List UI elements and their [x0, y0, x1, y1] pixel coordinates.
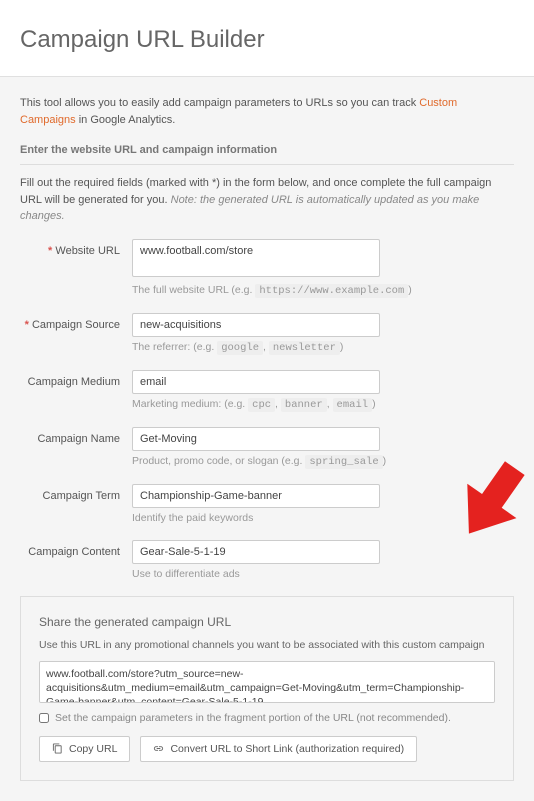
helper-campaign-content: Use to differentiate ads: [132, 568, 514, 580]
label-text: Campaign Name: [37, 433, 120, 445]
share-box: Share the generated campaign URL Use thi…: [20, 596, 514, 781]
label-campaign-term: Campaign Term: [20, 484, 132, 502]
row-campaign-medium: Campaign Medium Marketing medium: (e.g. …: [20, 370, 514, 411]
convert-url-button[interactable]: Convert URL to Short Link (authorization…: [140, 736, 417, 762]
share-title: Share the generated campaign URL: [39, 615, 495, 629]
copy-url-button[interactable]: Copy URL: [39, 736, 130, 762]
campaign-source-input[interactable]: [132, 313, 380, 337]
row-campaign-term: Campaign Term Identify the paid keywords: [20, 484, 514, 524]
label-text: Campaign Medium: [28, 376, 120, 388]
label-text: Campaign Term: [43, 490, 120, 502]
fragment-checkbox-row: Set the campaign parameters in the fragm…: [39, 712, 495, 724]
label-campaign-content: Campaign Content: [20, 540, 132, 558]
row-campaign-content: Campaign Content Use to differentiate ad…: [20, 540, 514, 580]
label-text: Website URL: [55, 245, 120, 257]
copy-icon: [52, 743, 63, 754]
campaign-term-input[interactable]: [132, 484, 380, 508]
copy-url-label: Copy URL: [69, 743, 117, 755]
label-text: Campaign Source: [32, 319, 120, 331]
label-campaign-name: Campaign Name: [20, 427, 132, 445]
helper-website-url: The full website URL (e.g. https://www.e…: [132, 284, 514, 297]
row-campaign-source: * Campaign Source The referrer: (e.g. go…: [20, 313, 514, 354]
required-asterisk: *: [25, 319, 29, 331]
campaign-medium-input[interactable]: [132, 370, 380, 394]
button-row: Copy URL Convert URL to Short Link (auth…: [39, 736, 495, 762]
fragment-checkbox[interactable]: [39, 713, 49, 723]
campaign-name-input[interactable]: [132, 427, 380, 451]
helper-campaign-name: Product, promo code, or slogan (e.g. spr…: [132, 455, 514, 468]
link-icon: [153, 743, 164, 754]
section-heading: Enter the website URL and campaign infor…: [20, 144, 514, 165]
page-header: Campaign URL Builder: [0, 0, 534, 77]
required-asterisk: *: [48, 245, 52, 257]
helper-campaign-medium: Marketing medium: (e.g. cpc, banner, ema…: [132, 398, 514, 411]
page-title: Campaign URL Builder: [20, 26, 514, 54]
label-website-url: * Website URL: [20, 239, 132, 257]
label-campaign-medium: Campaign Medium: [20, 370, 132, 388]
label-campaign-source: * Campaign Source: [20, 313, 132, 331]
label-text: Campaign Content: [28, 546, 120, 558]
helper-campaign-term: Identify the paid keywords: [132, 512, 514, 524]
instructions: Fill out the required fields (marked wit…: [20, 175, 514, 225]
page-body: This tool allows you to easily add campa…: [0, 77, 534, 801]
row-campaign-name: Campaign Name Product, promo code, or sl…: [20, 427, 514, 468]
share-subtitle: Use this URL in any promotional channels…: [39, 639, 495, 651]
helper-campaign-source: The referrer: (e.g. google, newsletter): [132, 341, 514, 354]
intro-prefix: This tool allows you to easily add campa…: [20, 97, 419, 109]
fragment-checkbox-label: Set the campaign parameters in the fragm…: [55, 712, 451, 724]
website-url-input[interactable]: www.football.com/store: [132, 239, 380, 277]
convert-url-label: Convert URL to Short Link (authorization…: [170, 743, 404, 755]
row-website-url: * Website URL www.football.com/store The…: [20, 239, 514, 297]
generated-url-textarea[interactable]: www.football.com/store?utm_source=new-ac…: [39, 661, 495, 703]
campaign-content-input[interactable]: [132, 540, 380, 564]
intro-suffix: in Google Analytics.: [76, 114, 176, 126]
intro-text: This tool allows you to easily add campa…: [20, 95, 514, 128]
